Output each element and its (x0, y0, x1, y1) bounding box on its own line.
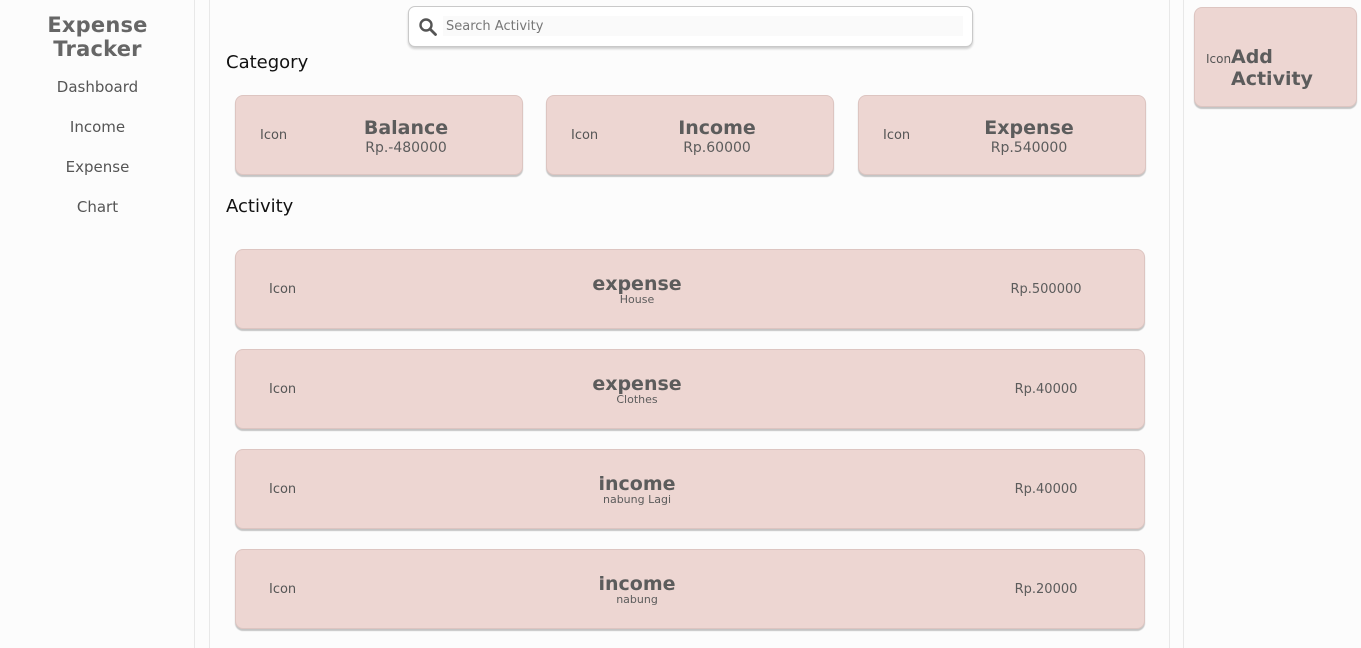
app-title: Expense Tracker (47, 13, 148, 61)
category-name: Balance (363, 117, 449, 139)
activity-amount: Rp.20000 (1014, 582, 1078, 597)
activity-type: income (598, 573, 676, 595)
category-amount: Rp.60000 (683, 140, 751, 156)
activity-icon: Icon (269, 482, 297, 497)
search-icon (419, 18, 437, 36)
activity-icon: Icon (269, 582, 297, 597)
activity-description: nabung (616, 593, 658, 606)
expense-icon: Icon (883, 128, 911, 143)
search-input[interactable] (443, 16, 963, 36)
add-activity-label: Add Activity (1231, 46, 1313, 90)
add-icon: Icon (1206, 52, 1232, 66)
balance-icon: Icon (260, 128, 288, 143)
add-activity-button[interactable]: Icon Add Activity (1194, 7, 1357, 107)
category-card-expense[interactable]: Icon Expense Rp.540000 (858, 95, 1146, 175)
sidebar-nav: Dashboard Income Expense Chart (0, 77, 195, 237)
sidebar-item-dashboard[interactable]: Dashboard (0, 77, 195, 117)
search-bar[interactable] (408, 6, 973, 47)
activity-type: expense (592, 373, 682, 395)
activity-item[interactable]: Icon expense House Rp.500000 (235, 249, 1145, 329)
activity-amount: Rp.40000 (1014, 382, 1078, 397)
category-name: Expense (984, 117, 1074, 139)
activity-icon: Icon (269, 382, 297, 397)
activity-item[interactable]: Icon income nabung Lagi Rp.40000 (235, 449, 1145, 529)
category-card-balance[interactable]: Icon Balance Rp.-480000 (235, 95, 523, 175)
activity-description: nabung Lagi (602, 493, 672, 506)
sidebar-item-chart[interactable]: Chart (0, 197, 195, 237)
activity-type: expense (592, 273, 682, 295)
category-card-income[interactable]: Icon Income Rp.60000 (546, 95, 834, 175)
activity-icon: Icon (269, 282, 297, 297)
activity-description: Clothes (616, 393, 658, 406)
activity-amount: Rp.500000 (1010, 282, 1082, 297)
income-icon: Icon (571, 128, 599, 143)
activity-item[interactable]: Icon expense Clothes Rp.40000 (235, 349, 1145, 429)
activity-amount: Rp.40000 (1014, 482, 1078, 497)
activity-item[interactable]: Icon income nabung Rp.20000 (235, 549, 1145, 629)
sidebar-item-income[interactable]: Income (0, 117, 195, 157)
main-content: Category Icon Balance Rp.-480000 Icon In… (209, 0, 1170, 648)
category-heading: Category (226, 52, 309, 73)
sidebar: Expense Tracker Dashboard Income Expense… (0, 0, 195, 648)
right-panel: Icon Add Activity (1183, 0, 1361, 648)
category-amount: Rp.540000 (990, 140, 1068, 156)
category-amount: Rp.-480000 (365, 140, 447, 156)
sidebar-item-expense[interactable]: Expense (0, 157, 195, 197)
activity-description: House (619, 293, 655, 306)
activity-type: income (598, 473, 676, 495)
activity-heading: Activity (226, 196, 294, 217)
category-name: Income (678, 117, 756, 139)
